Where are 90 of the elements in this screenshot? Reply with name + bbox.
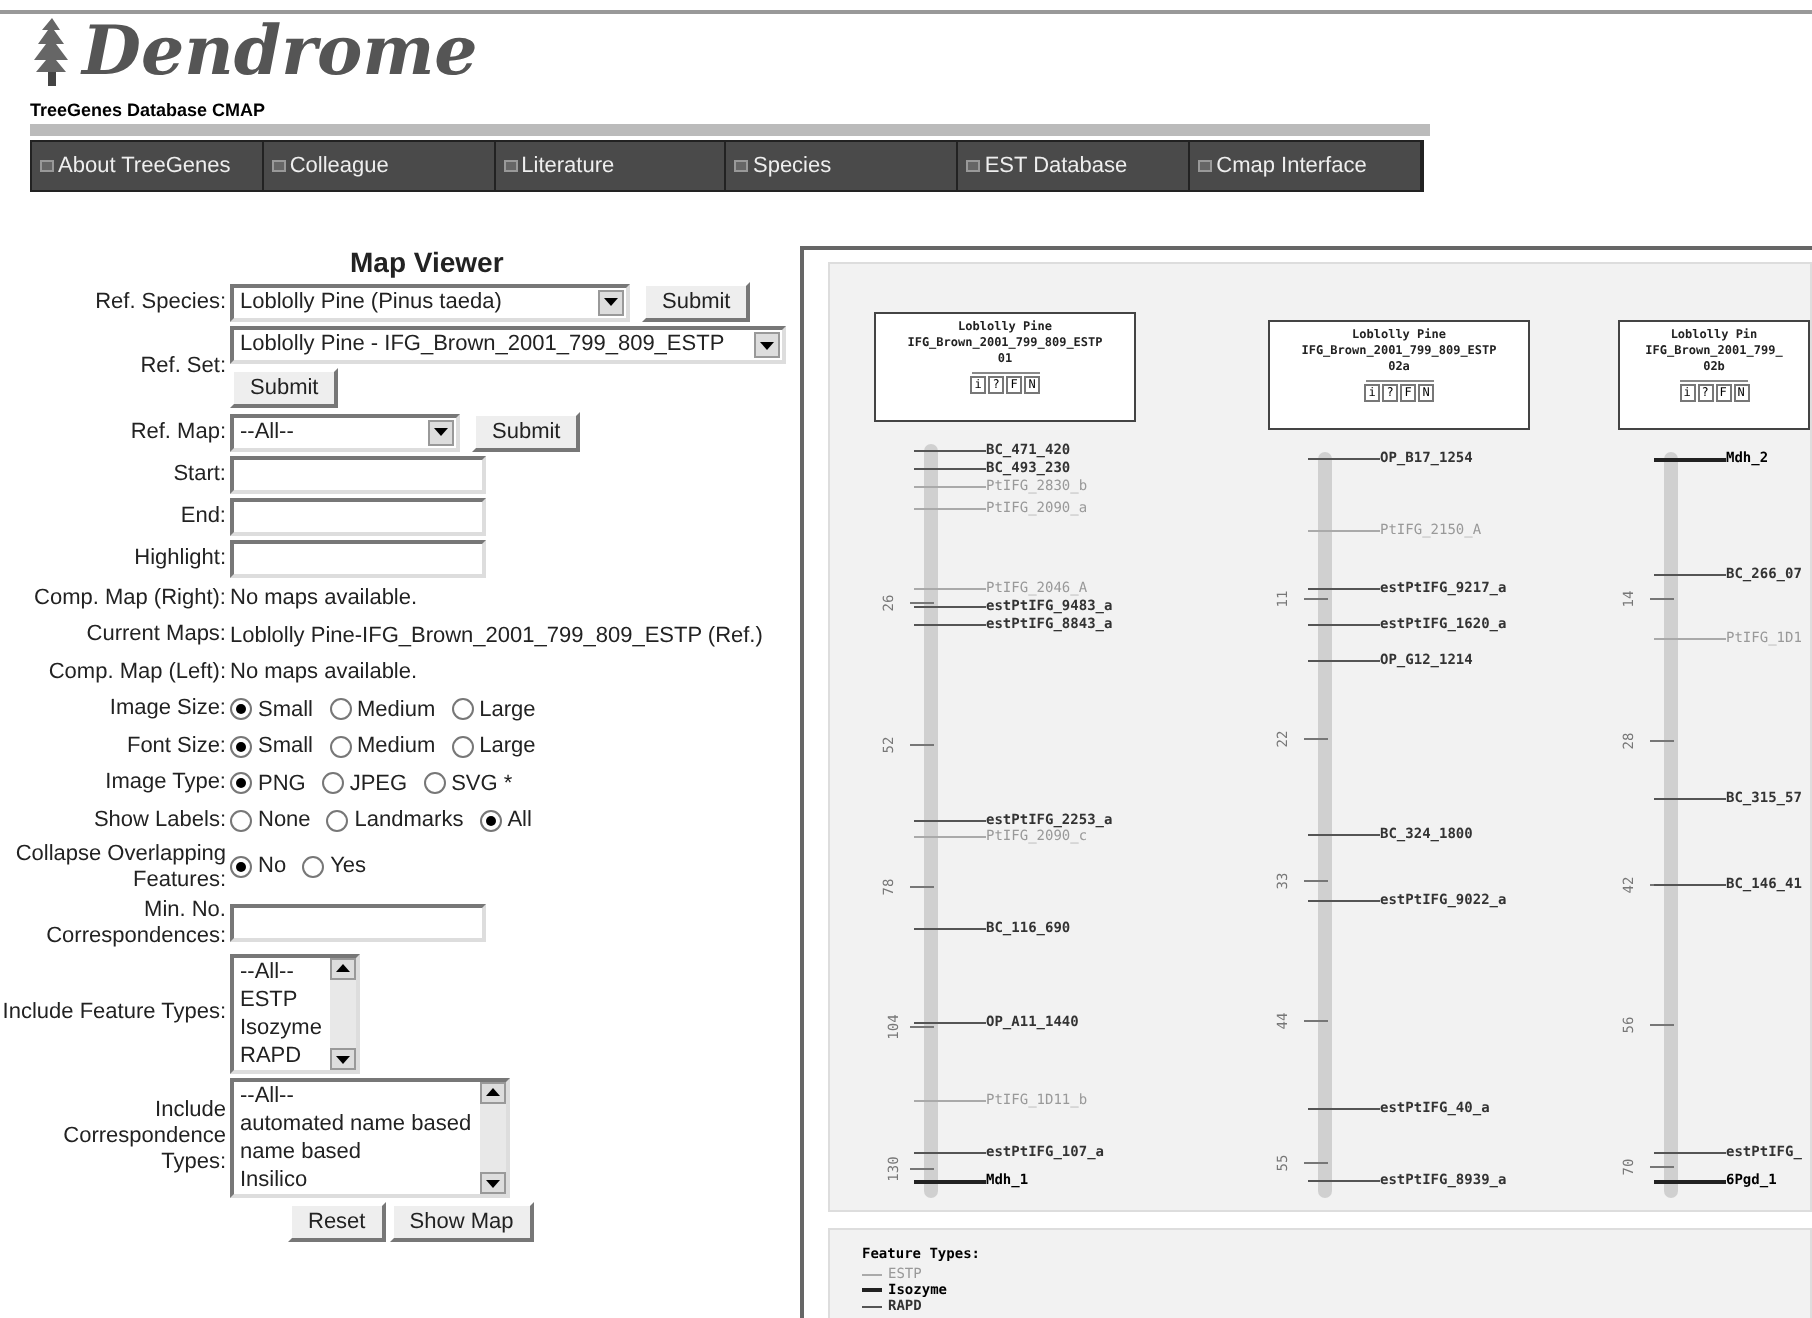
field-label: Ref. Species: (93, 289, 228, 315)
scrollbar-icon (479, 1081, 506, 1193)
list-option[interactable]: RAPD (240, 1041, 322, 1069)
list-option[interactable]: --All-- (240, 957, 322, 985)
nav-link[interactable]: About TreeGenes (32, 142, 264, 190)
field-label: Include Feature Types: (0, 1000, 228, 1026)
nav-bullet-icon (1198, 160, 1213, 172)
nav-bullet-icon (503, 160, 518, 172)
info-text: No maps available. (230, 660, 418, 684)
field-label: Collapse Overlapping Features: (13, 841, 228, 893)
nav-bullet-icon (40, 160, 54, 172)
radio-option[interactable]: Landmarks (326, 804, 464, 837)
field-label: Ref. Set: (138, 354, 228, 380)
field-label: Start: (171, 462, 228, 488)
list-option[interactable]: --All-- (240, 1081, 472, 1109)
radio-option[interactable]: Large (451, 693, 536, 726)
field-label: Show Labels: (91, 807, 228, 834)
field-label: Image Size: (107, 696, 228, 723)
radio-option[interactable]: JPEG (321, 767, 408, 800)
nav-link[interactable]: EST Database (958, 142, 1191, 190)
nav-bullet-icon (271, 160, 286, 172)
field-label: Image Type: (103, 770, 228, 797)
select-dropdown[interactable]: --All-- (230, 413, 460, 451)
field-label: Font Size: (124, 733, 228, 760)
legend-line-icon (862, 1305, 882, 1307)
nav-bullet-icon (734, 160, 749, 172)
submit-button[interactable]: Submit (472, 412, 581, 452)
radio-button[interactable] (230, 809, 252, 832)
radio-button[interactable] (230, 772, 252, 795)
radio-option[interactable]: No (230, 850, 287, 884)
info-text: Loblolly Pine-IFG_Brown_2001_799_809_ESTP (Ref.) (230, 623, 763, 647)
scrollbar-icon (329, 957, 356, 1069)
site-subtitle: TreeGenes Database CMAP (30, 100, 268, 120)
info-text: No maps available. (230, 586, 418, 610)
field-label: Comp. Map (Right): (32, 585, 228, 612)
radio-button[interactable] (302, 856, 325, 878)
nav-link[interactable]: Cmap Interface (1190, 142, 1422, 190)
form-title: Map Viewer (348, 246, 506, 278)
nav-link[interactable]: Literature (495, 142, 727, 190)
text-field[interactable] (230, 498, 486, 536)
tree-logo-icon (30, 18, 74, 86)
radio-button[interactable] (329, 735, 352, 758)
list-option[interactable]: automated name based (240, 1109, 472, 1137)
radio-button[interactable] (329, 698, 352, 721)
legend-line-icon (862, 1273, 882, 1275)
radio-option[interactable]: Small (230, 730, 314, 763)
radio-option[interactable]: Yes (302, 850, 367, 884)
radio-button[interactable] (230, 735, 252, 758)
field-label: Current Maps: (84, 622, 228, 649)
list-box[interactable]: --All-- automated name based name based Insilico (230, 1077, 510, 1197)
field-label: Ref. Map: (128, 419, 228, 445)
radio-button[interactable] (326, 809, 349, 832)
nav-link[interactable]: Colleague (263, 142, 496, 190)
list-option[interactable]: Isozyme (240, 1013, 322, 1041)
field-label: Min. No. Correspondences: (44, 897, 228, 949)
radio-button[interactable] (451, 735, 474, 758)
list-box[interactable]: --All-- ESTP Isozyme RAPD (230, 953, 360, 1073)
list-option[interactable]: Insilico (240, 1165, 472, 1193)
text-field[interactable] (230, 904, 486, 942)
submit-button[interactable]: Submit (642, 282, 751, 322)
radio-button[interactable] (230, 698, 252, 721)
form-button[interactable]: Reset (288, 1201, 386, 1241)
nav-bullet-icon (966, 160, 981, 172)
field-label: Comp. Map (Left): (46, 659, 228, 686)
list-option[interactable]: name based (240, 1137, 472, 1165)
field-label: Highlight: (132, 546, 228, 572)
radio-option[interactable]: None (230, 804, 311, 837)
text-field[interactable] (230, 540, 486, 578)
logo-text: Dendrome (82, 18, 478, 86)
select-dropdown[interactable]: Loblolly Pine (Pinus taeda) (230, 283, 630, 321)
field-label: End: (178, 504, 228, 530)
radio-option[interactable]: PNG (230, 767, 306, 800)
radio-button[interactable] (451, 698, 474, 721)
radio-button[interactable] (479, 809, 502, 832)
radio-option[interactable]: SVG * (423, 767, 513, 800)
radio-button[interactable] (230, 856, 252, 878)
text-field[interactable] (230, 456, 486, 494)
radio-button[interactable] (423, 772, 446, 795)
radio-option[interactable]: Small (230, 693, 314, 726)
field-label: Include Correspondence Types: (61, 1098, 228, 1176)
radio-option[interactable]: Medium (329, 730, 436, 763)
radio-option[interactable]: Large (451, 730, 536, 763)
nav-link[interactable]: Species (726, 142, 959, 190)
radio-option[interactable]: Medium (329, 693, 436, 726)
select-dropdown[interactable]: Loblolly Pine - IFG_Brown_2001_799_809_ESTP (230, 326, 786, 364)
list-option[interactable]: ESTP (240, 985, 322, 1013)
radio-button[interactable] (321, 772, 344, 795)
radio-option[interactable]: All (479, 804, 532, 837)
submit-button[interactable]: Submit (230, 368, 339, 408)
form-button[interactable]: Show Map (389, 1201, 534, 1241)
